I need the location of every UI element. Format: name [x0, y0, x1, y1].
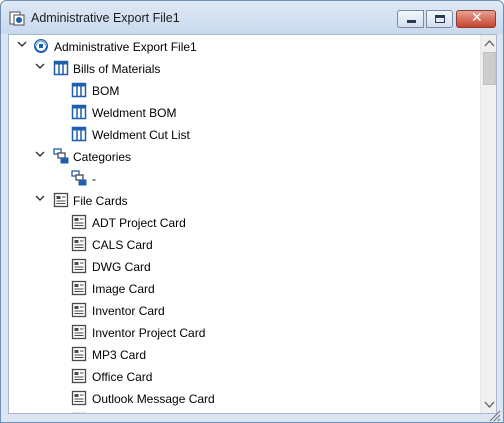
- tree-item-image-card[interactable]: Image Card: [9, 277, 480, 299]
- maximize-icon: [435, 15, 445, 23]
- scrollbar-thumb[interactable]: [483, 52, 496, 85]
- tree-group-categories[interactable]: Categories: [9, 145, 480, 167]
- tree-group-label: Categories: [73, 150, 132, 164]
- chevron-down-icon[interactable]: [35, 61, 45, 71]
- tree-item-cals-card[interactable]: CALS Card: [9, 233, 480, 255]
- title-bar[interactable]: Administrative Export File1 ✕: [1, 1, 503, 34]
- card-icon: [71, 368, 87, 384]
- table-icon: [71, 126, 87, 142]
- tree-item-mp3-card[interactable]: MP3 Card: [9, 343, 480, 365]
- tree-root[interactable]: Administrative Export File1: [9, 35, 480, 57]
- card-icon: [71, 280, 87, 296]
- minimize-button[interactable]: [397, 10, 424, 28]
- tree-item-outlook-message-card[interactable]: Outlook Message Card: [9, 387, 480, 409]
- tree-item-label: MP3 Card: [92, 348, 147, 362]
- table-icon: [53, 60, 69, 76]
- tree-item-inventor-card[interactable]: Inventor Card: [9, 299, 480, 321]
- close-button[interactable]: ✕: [456, 10, 496, 28]
- tree-item-adt-project-card[interactable]: ADT Project Card: [9, 211, 480, 233]
- close-icon: ✕: [471, 10, 483, 26]
- tree-root-label: Administrative Export File1: [54, 40, 197, 54]
- table-icon: [71, 82, 87, 98]
- tree-panel: Administrative Export File1 Bills of Mat…: [8, 34, 497, 414]
- tree-item-label: Office Card: [92, 370, 153, 384]
- card-icon: [71, 236, 87, 252]
- tree-item-label: Outlook Message Card: [92, 392, 215, 406]
- tree-item-label: -: [92, 172, 96, 186]
- tree-item-category[interactable]: -: [9, 167, 480, 189]
- tree-view: Administrative Export File1 Bills of Mat…: [9, 35, 480, 413]
- tree-item-inventor-project-card[interactable]: Inventor Project Card: [9, 321, 480, 343]
- tree-item-label: Inventor Project Card: [92, 326, 206, 340]
- window-title: Administrative Export File1: [31, 11, 180, 25]
- minimize-icon: [407, 20, 416, 23]
- tree-item-weldment-bom[interactable]: Weldment BOM: [9, 101, 480, 123]
- table-icon: [71, 104, 87, 120]
- tree-item-dwg-card[interactable]: DWG Card: [9, 255, 480, 277]
- chevron-down-icon[interactable]: [17, 39, 27, 49]
- tree-group-label: File Cards: [73, 194, 128, 208]
- export-file-icon: [9, 11, 25, 26]
- card-icon: [53, 192, 69, 208]
- tree-item-label: Image Card: [92, 282, 155, 296]
- scroll-up-arrow-icon[interactable]: [481, 35, 497, 52]
- categories-icon: [53, 148, 69, 164]
- card-icon: [71, 346, 87, 362]
- tree-item-label: BOM: [92, 84, 120, 98]
- export-file-icon: [34, 39, 48, 53]
- card-icon: [71, 412, 87, 413]
- categories-icon: [71, 170, 87, 186]
- chevron-down-icon[interactable]: [35, 193, 45, 203]
- window: Administrative Export File1 ✕ Administra…: [0, 0, 504, 423]
- card-icon: [71, 258, 87, 274]
- tree-item-label: DWG Card: [92, 260, 151, 274]
- tree-group-file-cards[interactable]: File Cards: [9, 189, 480, 211]
- tree-group-label: Bills of Materials: [73, 62, 161, 76]
- card-icon: [71, 302, 87, 318]
- tree-item-office-card[interactable]: Office Card: [9, 365, 480, 387]
- tree-item-partial[interactable]: [9, 409, 480, 413]
- tree-item-label: ADT Project Card: [92, 216, 186, 230]
- card-icon: [71, 214, 87, 230]
- tree-item-label: Weldment BOM: [92, 106, 177, 120]
- maximize-button[interactable]: [426, 10, 453, 28]
- tree-item-label: Inventor Card: [92, 304, 165, 318]
- tree-item-label: Weldment Cut List: [92, 128, 190, 142]
- tree-item-label: CALS Card: [92, 238, 153, 252]
- tree-item-weldment-cut-list[interactable]: Weldment Cut List: [9, 123, 480, 145]
- chevron-down-icon[interactable]: [35, 149, 45, 159]
- vertical-scrollbar[interactable]: [480, 35, 497, 413]
- card-icon: [71, 324, 87, 340]
- tree-item-bom[interactable]: BOM: [9, 79, 480, 101]
- resize-grip-icon[interactable]: [487, 408, 501, 422]
- card-icon: [71, 390, 87, 406]
- tree-group-bills-of-materials[interactable]: Bills of Materials: [9, 57, 480, 79]
